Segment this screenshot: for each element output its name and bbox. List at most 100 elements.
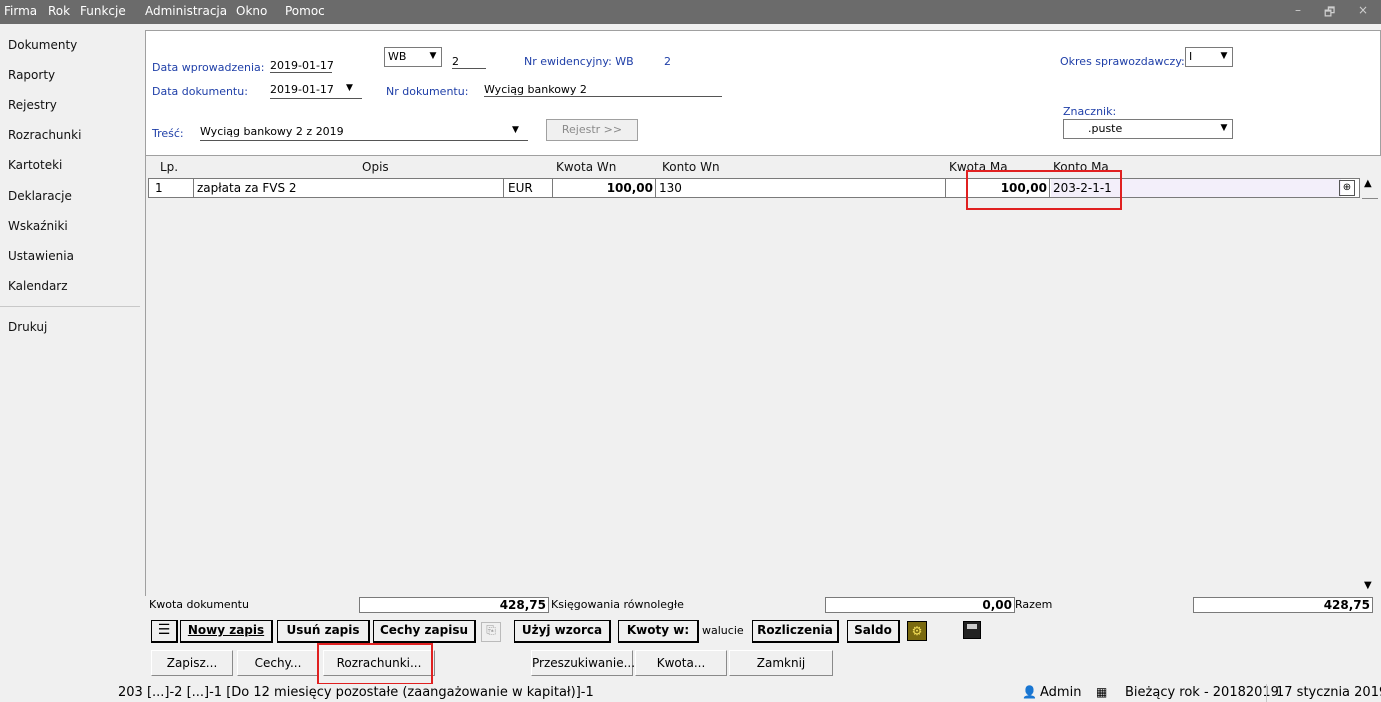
entry-features-button[interactable]: Cechy zapisu (373, 620, 476, 643)
user-name: Admin (1040, 685, 1082, 700)
chevron-down-icon: ▼ (346, 83, 353, 93)
sidebar-item-wskazniki[interactable]: Wskaźniki (8, 219, 68, 233)
cell-opis[interactable]: zapłata za FVS 2 (193, 179, 504, 197)
doc-type-value: WB (388, 50, 407, 63)
document-window: Data wprowadzenia: 2019-01-17 WB ▼ 2 Nr … (145, 24, 1381, 685)
sidebar-item-drukuj[interactable]: Drukuj (8, 320, 47, 334)
doc-no-label: Nr dokumentu: (386, 85, 469, 98)
menu-pomoc[interactable]: Pomoc (285, 4, 325, 18)
column-header-kwota-wn[interactable]: Kwota Wn (556, 160, 616, 174)
status-bar: 203 [...]-2 [...]-1 [Do 12 miesięcy pozo… (0, 684, 1381, 702)
content-value: Wyciąg bankowy 2 z 2019 (200, 125, 344, 138)
save-disk-icon[interactable] (963, 621, 981, 639)
sidebar-item-dokumenty[interactable]: Dokumenty (8, 38, 77, 52)
sidebar-item-raporty[interactable]: Raporty (8, 68, 55, 82)
column-header-lp[interactable]: Lp. (160, 160, 178, 174)
content-combo[interactable]: Wyciąg bankowy 2 z 2019 ▼ (200, 125, 528, 141)
sidebar-item-kartoteki[interactable]: Kartoteki (8, 158, 62, 172)
doc-date-value: 2019-01-17 (270, 83, 334, 96)
doc-amount-label: Kwota dokumentu (149, 598, 249, 611)
calendar-icon: ▦ (1096, 685, 1108, 699)
entry-date-field[interactable]: 2019-01-17 (270, 59, 334, 73)
cell-currency[interactable]: EUR (503, 179, 553, 197)
save-button[interactable]: Zapisz... (151, 650, 233, 676)
menu-funkcje[interactable]: Funkcje (80, 4, 126, 18)
amounts-in-button[interactable]: Kwoty w: (618, 620, 699, 643)
total-label: Razem (1015, 598, 1053, 611)
table-row[interactable]: 1 zapłata za FVS 2 EUR 100,00 130 100,00… (148, 178, 1360, 198)
row-expand-icon[interactable]: ⊕ (1339, 180, 1355, 196)
minimize-icon[interactable]: – (1295, 3, 1301, 17)
sidebar-item-ustawienia[interactable]: Ustawienia (8, 249, 74, 263)
parallel-amount-value: 0,00 (825, 597, 1015, 613)
features-button[interactable]: Cechy... (237, 650, 319, 676)
doc-date-label: Data dokumentu: (152, 85, 248, 98)
content-label: Treść: (152, 127, 184, 140)
menu-bar: Firma Rok Funkcje Administracja Okno Pom… (0, 0, 1381, 24)
doc-number-field[interactable]: 2 (452, 55, 486, 69)
marker-value: .puste (1088, 122, 1123, 135)
chevron-down-icon: ▼ (512, 125, 519, 135)
vertical-scrollbar[interactable]: ▲ ▼ (1362, 178, 1378, 596)
sidebar-item-rejestry[interactable]: Rejestry (8, 98, 57, 112)
period-value: I (1189, 50, 1193, 63)
gear-icon[interactable]: ⚙ (907, 621, 927, 641)
cell-lp[interactable]: 1 (149, 179, 194, 197)
settlements-toolbar-button[interactable]: Rozliczenia (752, 620, 839, 643)
cell-konto-wn[interactable]: 130 (657, 179, 946, 197)
status-date: 17 stycznia 2019 (1276, 685, 1381, 700)
column-header-konto-wn[interactable]: Konto Wn (662, 160, 720, 174)
menu-administracja[interactable]: Administracja (145, 4, 227, 18)
parallel-label: Księgowania równoległe (551, 598, 684, 611)
disk-label-shape (967, 624, 977, 629)
current-year: Bieżący rok - 20182019 (1125, 685, 1279, 700)
amount-button[interactable]: Kwota... (635, 650, 727, 676)
scroll-down-icon[interactable]: ▼ (1364, 580, 1372, 591)
scroll-up-icon[interactable]: ▲ (1364, 178, 1372, 189)
menu-lines-icon[interactable]: ☰ (151, 620, 178, 643)
chevron-down-icon: ▼ (429, 51, 437, 61)
doc-no-field[interactable]: Wyciąg bankowy 2 (484, 83, 722, 97)
scroll-thumb[interactable] (1362, 198, 1378, 199)
marker-select[interactable]: .puste ▼ (1063, 119, 1233, 139)
total-value: 428,75 (1193, 597, 1373, 613)
menu-rok[interactable]: Rok (48, 4, 70, 18)
sidebar-item-rozrachunki[interactable]: Rozrachunki (8, 128, 81, 142)
balance-button[interactable]: Saldo (847, 620, 900, 643)
chevron-down-icon: ▼ (1220, 51, 1228, 61)
sidebar-item-deklaracje[interactable]: Deklaracje (8, 189, 72, 203)
restore-icon[interactable]: 🗗 (1324, 3, 1335, 24)
doc-date-picker[interactable]: 2019-01-17 ▼ (270, 83, 362, 99)
reg-number-value: 2 (664, 55, 671, 68)
chevron-down-icon: ▼ (1220, 123, 1228, 133)
new-entry-button[interactable]: Nowy zapis (180, 620, 273, 643)
sidebar-item-kalendarz[interactable]: Kalendarz (8, 279, 68, 293)
register-button[interactable]: Rejestr >> (546, 119, 638, 141)
copy-icon[interactable]: ⎘ (481, 622, 501, 642)
document-header: Data wprowadzenia: 2019-01-17 WB ▼ 2 Nr … (145, 30, 1381, 156)
account-path-text: 203 [...]-2 [...]-1 [Do 12 miesięcy pozo… (118, 685, 594, 700)
user-icon: 👤 (1022, 685, 1037, 699)
menu-okno[interactable]: Okno (236, 4, 267, 18)
period-label: Okres sprawozdawczy: (1060, 55, 1185, 68)
entry-date-label: Data wprowadzenia: (152, 61, 265, 74)
highlight-konto-ma (966, 170, 1122, 210)
summary-row: Kwota dokumentu 428,75 Księgowania równo… (145, 596, 1379, 614)
entries-grid: Lp. Opis Kwota Wn Konto Wn Kwota Ma Kont… (145, 156, 1380, 596)
status-divider (1266, 684, 1267, 702)
period-select[interactable]: I ▼ (1185, 47, 1233, 67)
doc-amount-value: 428,75 (359, 597, 549, 613)
doc-type-select[interactable]: WB ▼ (384, 47, 442, 67)
marker-label: Znacznik: (1063, 105, 1117, 118)
search-button[interactable]: Przeszukiwanie... (531, 650, 635, 676)
column-header-opis[interactable]: Opis (362, 160, 389, 174)
cell-kwota-wn[interactable]: 100,00 (551, 179, 656, 197)
close-button[interactable]: Zamknij (729, 650, 833, 676)
delete-entry-button[interactable]: Usuń zapis (277, 620, 370, 643)
use-template-button[interactable]: Użyj wzorca (514, 620, 611, 643)
reg-number-label: Nr ewidencyjny: WB (524, 55, 634, 68)
menu-firma[interactable]: Firma (4, 4, 37, 18)
highlight-settlements-button (317, 643, 433, 685)
sidebar-divider (0, 306, 140, 307)
close-icon[interactable]: × (1358, 3, 1368, 17)
